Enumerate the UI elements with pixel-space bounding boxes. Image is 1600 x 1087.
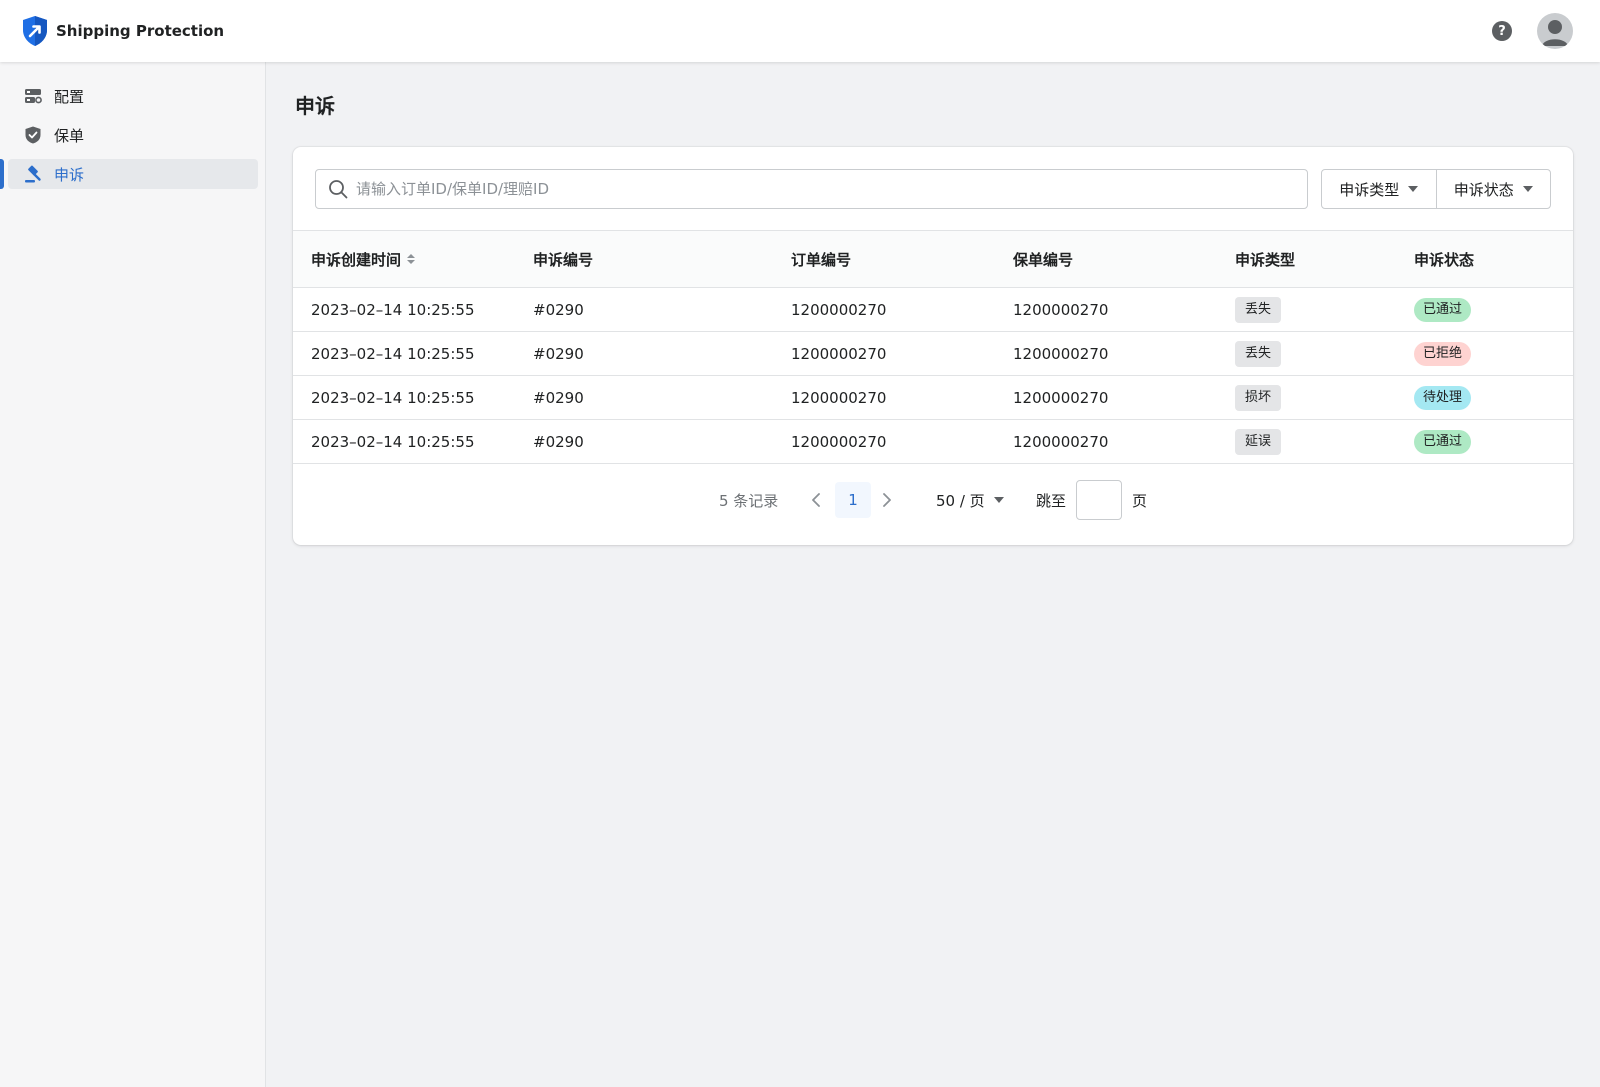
cell-order-id: 1200000270 [791, 344, 887, 363]
status-badge: 待处理 [1414, 385, 1472, 410]
sidebar-item-config[interactable]: 配置 [8, 81, 258, 111]
search-bar [315, 169, 1308, 209]
type-tag: 损坏 [1235, 384, 1282, 411]
help-button[interactable]: ? [1492, 21, 1512, 41]
page-size-select[interactable]: 50 / 页 [936, 480, 1004, 520]
question-icon: ? [1498, 23, 1506, 39]
sidebar: 配置 保单 申诉 [0, 62, 266, 1087]
status-badge: 已拒绝 [1414, 341, 1472, 366]
chevron-right-icon [883, 493, 891, 507]
filter-label: 申诉状态 [1453, 180, 1514, 199]
cell-policy-id: 1200000270 [1013, 344, 1109, 363]
cell-appeal-id: #0290 [533, 344, 584, 363]
chevron-left-icon [812, 493, 820, 507]
appeals-table: 申诉创建时间 申诉编号 订单编号 保单编号 申诉类型 申诉状态 2023–02–… [293, 230, 1573, 464]
table-row[interactable]: 2023–02–14 10:25:55 #0290 1200000270 120… [293, 332, 1573, 376]
cell-created-time: 2023–02–14 10:25:55 [311, 432, 475, 451]
header-policy-id: 保单编号 [1013, 250, 1074, 269]
filter-group: 申诉类型 申诉状态 [1321, 169, 1551, 209]
active-indicator [0, 159, 4, 189]
prev-page-button[interactable] [806, 490, 826, 510]
page-number-button[interactable]: 1 [835, 482, 871, 518]
caret-down-icon [1522, 186, 1533, 192]
type-tag: 丢失 [1235, 296, 1282, 323]
status-badge: 已通过 [1414, 297, 1472, 322]
brand[interactable]: Shipping Protection [22, 15, 224, 47]
table-row[interactable]: 2023–02–14 10:25:55 #0290 1200000270 120… [293, 420, 1573, 464]
shield-check-icon [24, 126, 42, 144]
caret-down-icon [1408, 186, 1419, 192]
sidebar-item-label: 保单 [54, 126, 85, 145]
user-icon [1542, 20, 1568, 46]
type-tag: 延误 [1235, 428, 1282, 455]
caret-down-icon [993, 497, 1004, 503]
jump-page-input[interactable] [1076, 480, 1123, 520]
search-icon [329, 180, 348, 199]
page-size-label: 50 / 页 [936, 491, 985, 510]
status-badge: 已通过 [1414, 429, 1472, 454]
filter-label: 申诉类型 [1339, 180, 1400, 199]
cell-order-id: 1200000270 [791, 432, 887, 451]
header-appeal-type: 申诉类型 [1235, 250, 1296, 269]
total-records: 5 条记录 [719, 491, 779, 510]
avatar[interactable] [1537, 13, 1573, 49]
search-input[interactable] [356, 171, 1307, 207]
sort-icon[interactable] [407, 254, 416, 264]
header-order-id: 订单编号 [791, 250, 852, 269]
header-created-time[interactable]: 申诉创建时间 [311, 231, 416, 287]
gavel-icon [24, 165, 42, 183]
top-bar: Shipping Protection ? [0, 0, 1600, 62]
appeal-type-filter[interactable]: 申诉类型 [1322, 170, 1436, 208]
header-appeal-id: 申诉编号 [533, 250, 594, 269]
sidebar-item-label: 申诉 [54, 165, 85, 184]
app-name: Shipping Protection [56, 22, 225, 40]
page-title: 申诉 [295, 94, 335, 118]
type-tag: 丢失 [1235, 340, 1282, 367]
jump-suffix: 页 [1132, 491, 1148, 510]
appeals-card: 申诉类型 申诉状态 申诉创建时间 申诉编号 订单编号 保单编号 申诉类型 申诉状… [293, 147, 1573, 545]
config-icon [24, 87, 42, 105]
table-row[interactable]: 2023–02–14 10:25:55 #0290 1200000270 120… [293, 376, 1573, 420]
pagination: 5 条记录 1 50 / 页 跳至 页 [293, 480, 1573, 520]
sidebar-item-label: 配置 [54, 87, 85, 106]
cell-order-id: 1200000270 [791, 300, 887, 319]
cell-created-time: 2023–02–14 10:25:55 [311, 344, 475, 363]
cell-appeal-id: #0290 [533, 432, 584, 451]
appeal-status-filter[interactable]: 申诉状态 [1435, 170, 1551, 208]
cell-created-time: 2023–02–14 10:25:55 [311, 388, 475, 407]
jump-label: 跳至 [1036, 491, 1067, 510]
sidebar-item-appeal[interactable]: 申诉 [8, 159, 258, 189]
table-header: 申诉创建时间 申诉编号 订单编号 保单编号 申诉类型 申诉状态 [293, 230, 1573, 288]
cell-order-id: 1200000270 [791, 388, 887, 407]
next-page-button[interactable] [877, 490, 897, 510]
cell-appeal-id: #0290 [533, 300, 584, 319]
cell-appeal-id: #0290 [533, 388, 584, 407]
page-jump: 跳至 页 [1036, 480, 1147, 520]
shield-arrow-logo-icon [23, 16, 47, 46]
cell-policy-id: 1200000270 [1013, 300, 1109, 319]
cell-policy-id: 1200000270 [1013, 388, 1109, 407]
header-appeal-status: 申诉状态 [1414, 250, 1475, 269]
cell-policy-id: 1200000270 [1013, 432, 1109, 451]
table-row[interactable]: 2023–02–14 10:25:55 #0290 1200000270 120… [293, 288, 1573, 332]
sidebar-item-policy[interactable]: 保单 [8, 120, 258, 150]
cell-created-time: 2023–02–14 10:25:55 [311, 300, 475, 319]
